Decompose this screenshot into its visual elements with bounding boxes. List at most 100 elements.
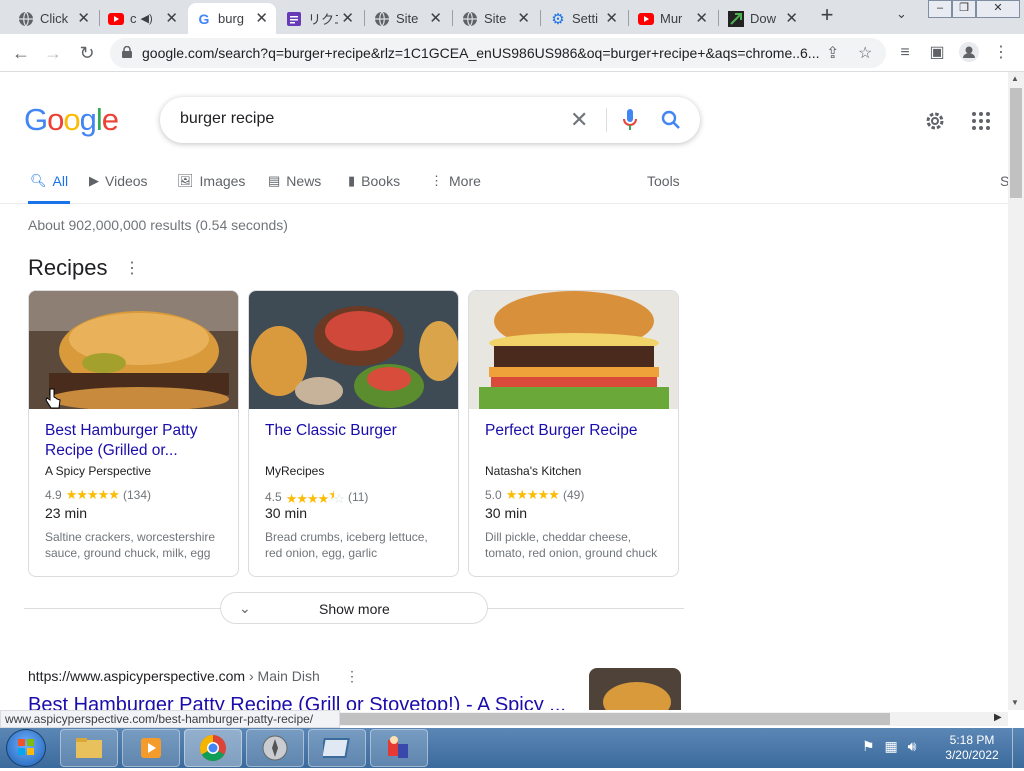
more-vert-icon: ⋮ (430, 173, 443, 188)
tab-9[interactable]: Dow ✕ (720, 3, 806, 34)
address-bar[interactable]: google.com/search?q=burger+recipe&rlz=1C… (110, 38, 886, 68)
tab-videos[interactable]: ▶ Videos (89, 170, 148, 204)
clock[interactable]: 5:18 PM 3/20/2022 (940, 733, 1004, 763)
media-control-icon[interactable]: ≡ (894, 42, 916, 64)
forms-icon (286, 11, 302, 27)
horizontal-scrollbar[interactable] (340, 712, 1008, 726)
close-icon[interactable]: ✕ (165, 9, 178, 27)
tab-8[interactable]: Mur ✕ (630, 3, 716, 34)
taskbar-app-compass[interactable] (246, 729, 304, 767)
recipe-card[interactable]: The Classic Burger MyRecipes 4.5 ★★★★★☆ … (248, 290, 459, 577)
audio-icon[interactable]: ◀) (141, 12, 153, 25)
tab-2[interactable]: c ◀) ✕ (100, 3, 186, 34)
show-desktop-button[interactable] (1012, 728, 1024, 768)
side-panel-icon[interactable]: ▣ (926, 42, 948, 64)
taskbar-explorer[interactable] (60, 729, 118, 767)
action-center-flag-icon[interactable]: ⚑ (862, 738, 875, 754)
clock-date: 3/20/2022 (945, 748, 999, 762)
forward-button[interactable]: → (42, 42, 64, 64)
tab-strip: Click ✕ c ◀) ✕ G burg ✕ リクエ ✕ Site ✕ Sit… (0, 0, 1024, 34)
result-url[interactable]: https://www.aspicyperspective.com › Main… (28, 668, 320, 684)
reload-button[interactable]: ↻ (76, 42, 98, 64)
search-icon[interactable] (660, 109, 682, 131)
close-icon[interactable]: ✕ (255, 9, 268, 27)
scrollbar-thumb[interactable] (1010, 88, 1022, 198)
close-window-button[interactable]: ✕ (976, 0, 1020, 18)
result-thumbnail[interactable] (589, 668, 681, 710)
minimize-button[interactable]: – (928, 0, 952, 18)
cut-off-label[interactable]: S (1000, 170, 1008, 204)
close-icon[interactable]: ✕ (341, 9, 354, 27)
tab-title: Click (40, 11, 69, 26)
tab-label: More (449, 173, 481, 189)
close-icon[interactable]: ✕ (785, 9, 798, 27)
close-icon[interactable]: ✕ (605, 9, 618, 27)
result-title-link[interactable]: Best Hamburger Patty Recipe (Grill or St… (28, 694, 566, 710)
share-icon[interactable]: ⇪ (826, 43, 839, 63)
tab-label: Videos (105, 173, 148, 189)
google-g-icon: G (198, 10, 210, 27)
taskbar-chrome[interactable] (184, 729, 242, 767)
network-icon[interactable]: ▦ (884, 738, 897, 754)
bookmark-star-icon[interactable]: ☆ (858, 43, 872, 63)
recipe-title[interactable]: Best Hamburger Patty Recipe (Grilled or.… (45, 421, 225, 461)
chevron-down-icon: ⌄ (239, 600, 251, 616)
tab-7[interactable]: ⚙ Setti ✕ (542, 3, 626, 34)
scroll-right-icon[interactable]: ▶ (994, 712, 1002, 723)
tab-3[interactable]: G burg ✕ (188, 3, 276, 34)
tab-news[interactable]: ▤ News (268, 170, 321, 204)
recipe-source: A Spicy Perspective (45, 464, 152, 478)
recipe-title[interactable]: Perfect Burger Recipe (485, 421, 665, 441)
restore-button[interactable]: ❐ (952, 0, 976, 18)
tab-6[interactable]: Site ✕ (454, 3, 538, 34)
tools-button[interactable]: Tools (647, 170, 680, 204)
taskbar-app-game[interactable] (370, 729, 428, 767)
tab-all[interactable]: 🔍︎ All (28, 170, 71, 204)
windows-logo-icon (18, 739, 34, 755)
url-text[interactable]: google.com/search?q=burger+recipe&rlz=1C… (142, 45, 832, 61)
recipe-card[interactable]: Perfect Burger Recipe Natasha's Kitchen … (468, 290, 679, 577)
tab-search-button[interactable]: ⌄ (896, 6, 907, 22)
tab-title: Site (484, 11, 507, 26)
tab-more[interactable]: ⋮ More (430, 170, 481, 204)
tab-4[interactable]: リクエ ✕ (278, 3, 362, 34)
new-tab-button[interactable]: + (816, 4, 838, 27)
back-button[interactable]: ← (10, 42, 32, 64)
recipe-card[interactable]: Best Hamburger Patty Recipe (Grilled or.… (28, 290, 239, 577)
recipe-title[interactable]: The Classic Burger (265, 421, 445, 441)
star-rating-icon: ★★★★★☆ (285, 487, 345, 506)
close-icon[interactable]: ✕ (77, 9, 90, 27)
scrollbar-thumb[interactable] (340, 713, 890, 725)
start-button[interactable] (6, 729, 46, 767)
settings-gear-icon[interactable] (923, 109, 947, 133)
taskbar-media-player[interactable] (122, 729, 180, 767)
tab-title: c (130, 11, 137, 26)
tab-books[interactable]: ▮ Books (348, 170, 400, 204)
result-menu-icon[interactable]: ⋮ (345, 668, 359, 685)
volume-icon[interactable]: 🔊︎ (908, 738, 917, 754)
recipe-ingredients: Saltine crackers, worcestershire sauce, … (45, 530, 216, 560)
globe-icon (462, 11, 478, 27)
tab-5[interactable]: Site ✕ (366, 3, 450, 34)
image-icon: 🖼︎ (177, 173, 194, 188)
google-logo[interactable]: Google (24, 102, 119, 138)
taskbar-app-window[interactable] (308, 729, 366, 767)
book-icon: ▮ (348, 173, 356, 188)
tab-images[interactable]: 🖼︎ Images (177, 170, 245, 204)
close-icon[interactable]: ✕ (517, 9, 530, 27)
google-apps-icon[interactable] (969, 109, 993, 133)
search-box[interactable]: burger recipe ✕ (160, 97, 700, 143)
clear-icon[interactable]: ✕ (570, 107, 588, 133)
show-more-button[interactable]: ⌄ Show more (220, 592, 488, 624)
chrome-menu-icon[interactable]: ⋮ (990, 42, 1012, 64)
profile-avatar-icon[interactable] (958, 42, 980, 64)
search-input[interactable]: burger recipe (180, 110, 274, 128)
vertical-scrollbar[interactable]: ▲ ▼ (1008, 72, 1024, 710)
result-breadcrumb: › Main Dish (248, 668, 320, 684)
close-icon[interactable]: ✕ (429, 9, 442, 27)
tab-1[interactable]: Click ✕ (10, 3, 98, 34)
close-icon[interactable]: ✕ (695, 9, 708, 27)
more-options-icon[interactable]: ⋮ (124, 258, 140, 278)
microphone-icon[interactable] (622, 108, 638, 132)
show-more-label: Show more (319, 601, 390, 617)
